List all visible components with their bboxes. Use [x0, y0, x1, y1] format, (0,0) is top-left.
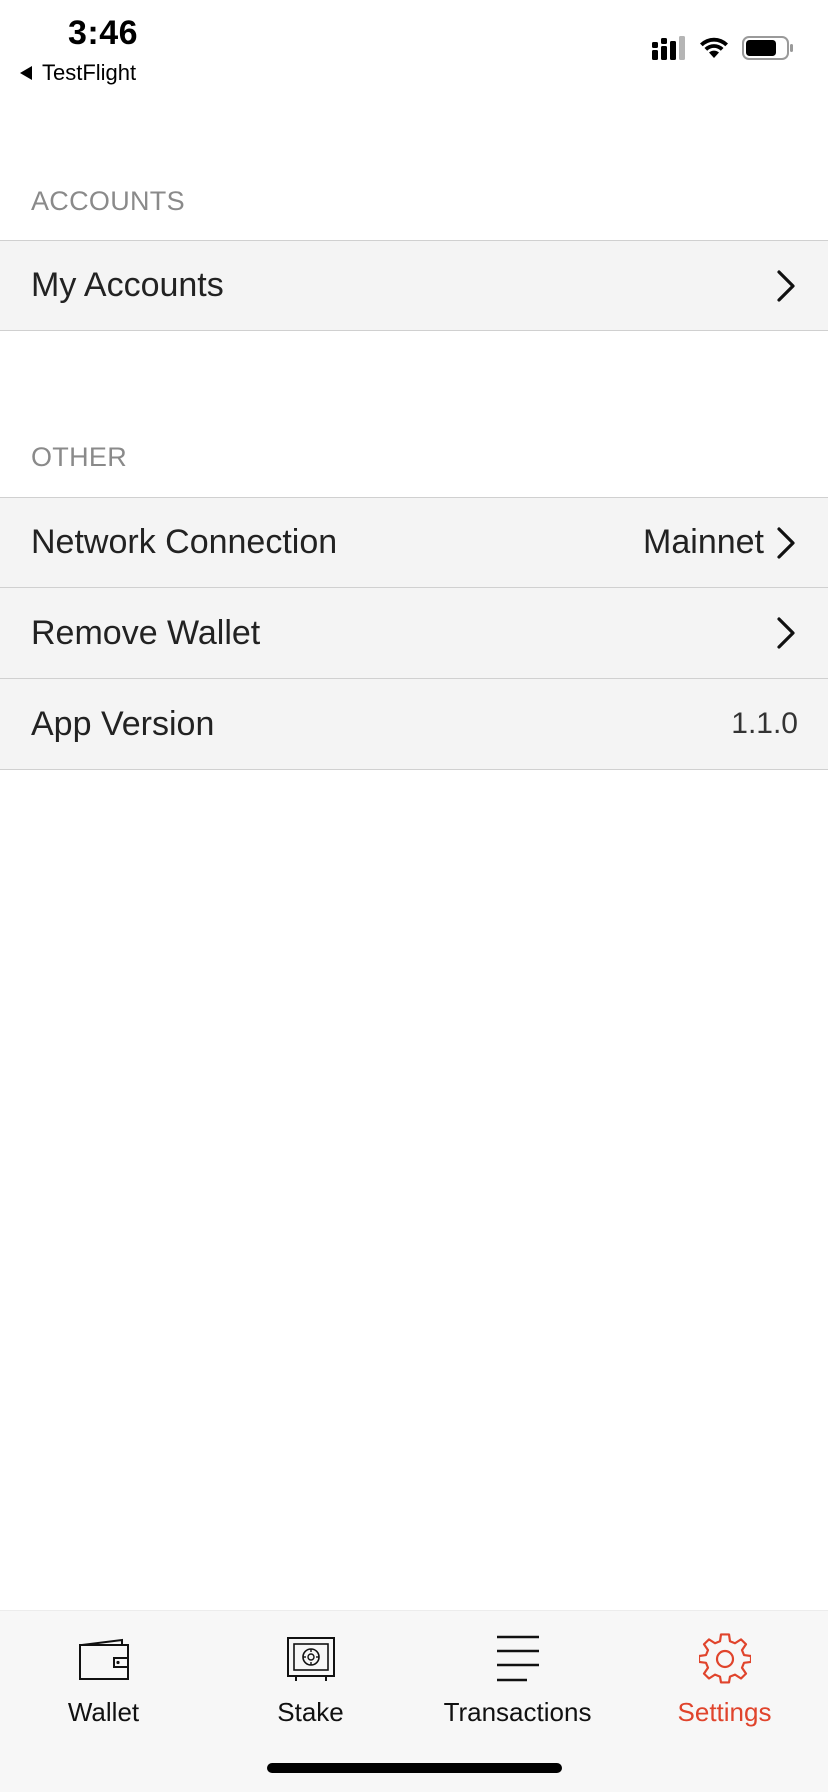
battery-icon: [742, 36, 793, 60]
chevron-right-icon: [777, 269, 795, 302]
back-to-testflight-link[interactable]: TestFlight: [20, 60, 136, 86]
back-arrow-icon: [20, 66, 32, 80]
remove-wallet-accessory: [772, 615, 798, 651]
tab-wallet[interactable]: Wallet: [0, 1631, 207, 1741]
home-indicator: [267, 1763, 562, 1773]
tab-settings-label: Settings: [677, 1697, 772, 1727]
tab-wallet-label: Wallet: [67, 1697, 140, 1727]
wifi-icon: [700, 37, 728, 58]
safe-icon: [286, 1637, 335, 1681]
tab-transactions-label: Transactions: [443, 1697, 592, 1727]
status-icons: [652, 36, 794, 60]
app-version-value: 1.1.0: [731, 707, 798, 740]
remove-wallet-label: Remove Wallet: [31, 613, 261, 652]
tab-stake-label: Stake: [277, 1697, 344, 1727]
wallet-icon: [78, 1638, 129, 1680]
app-version-row: App Version 1.1.0: [0, 679, 828, 770]
cellular-signal-icon: [652, 36, 685, 60]
accounts-section-header: ACCOUNTS: [31, 186, 185, 216]
other-section-header: OTHER: [31, 442, 127, 472]
chevron-right-icon: [777, 526, 795, 559]
tab-settings[interactable]: Settings: [621, 1631, 828, 1741]
chevron-right-icon: [777, 617, 795, 649]
my-accounts-accessory: [772, 268, 798, 304]
remove-wallet-row[interactable]: Remove Wallet: [0, 588, 828, 679]
network-connection-label: Network Connection: [31, 523, 338, 561]
settings-screen: 3:46 TestFlight ACCOUNTS My Accounts OTH…: [0, 0, 828, 1792]
list-icon: [496, 1635, 539, 1682]
tab-transactions[interactable]: Transactions: [414, 1631, 621, 1741]
app-version-label: App Version: [31, 704, 215, 743]
back-link-label: TestFlight: [42, 60, 137, 85]
status-time: 3:46: [68, 14, 139, 52]
my-accounts-row[interactable]: My Accounts: [0, 240, 828, 331]
network-connection-accessory: Mainnet: [643, 523, 798, 562]
app-version-accessory: 1.1.0: [731, 707, 798, 741]
my-accounts-label: My Accounts: [31, 266, 224, 304]
status-bar: 3:46 TestFlight: [0, 0, 828, 100]
tab-stake[interactable]: Stake: [207, 1631, 414, 1741]
network-connection-row[interactable]: Network Connection Mainnet: [0, 497, 828, 588]
network-value: Mainnet: [643, 523, 764, 561]
gear-icon: [698, 1633, 751, 1684]
